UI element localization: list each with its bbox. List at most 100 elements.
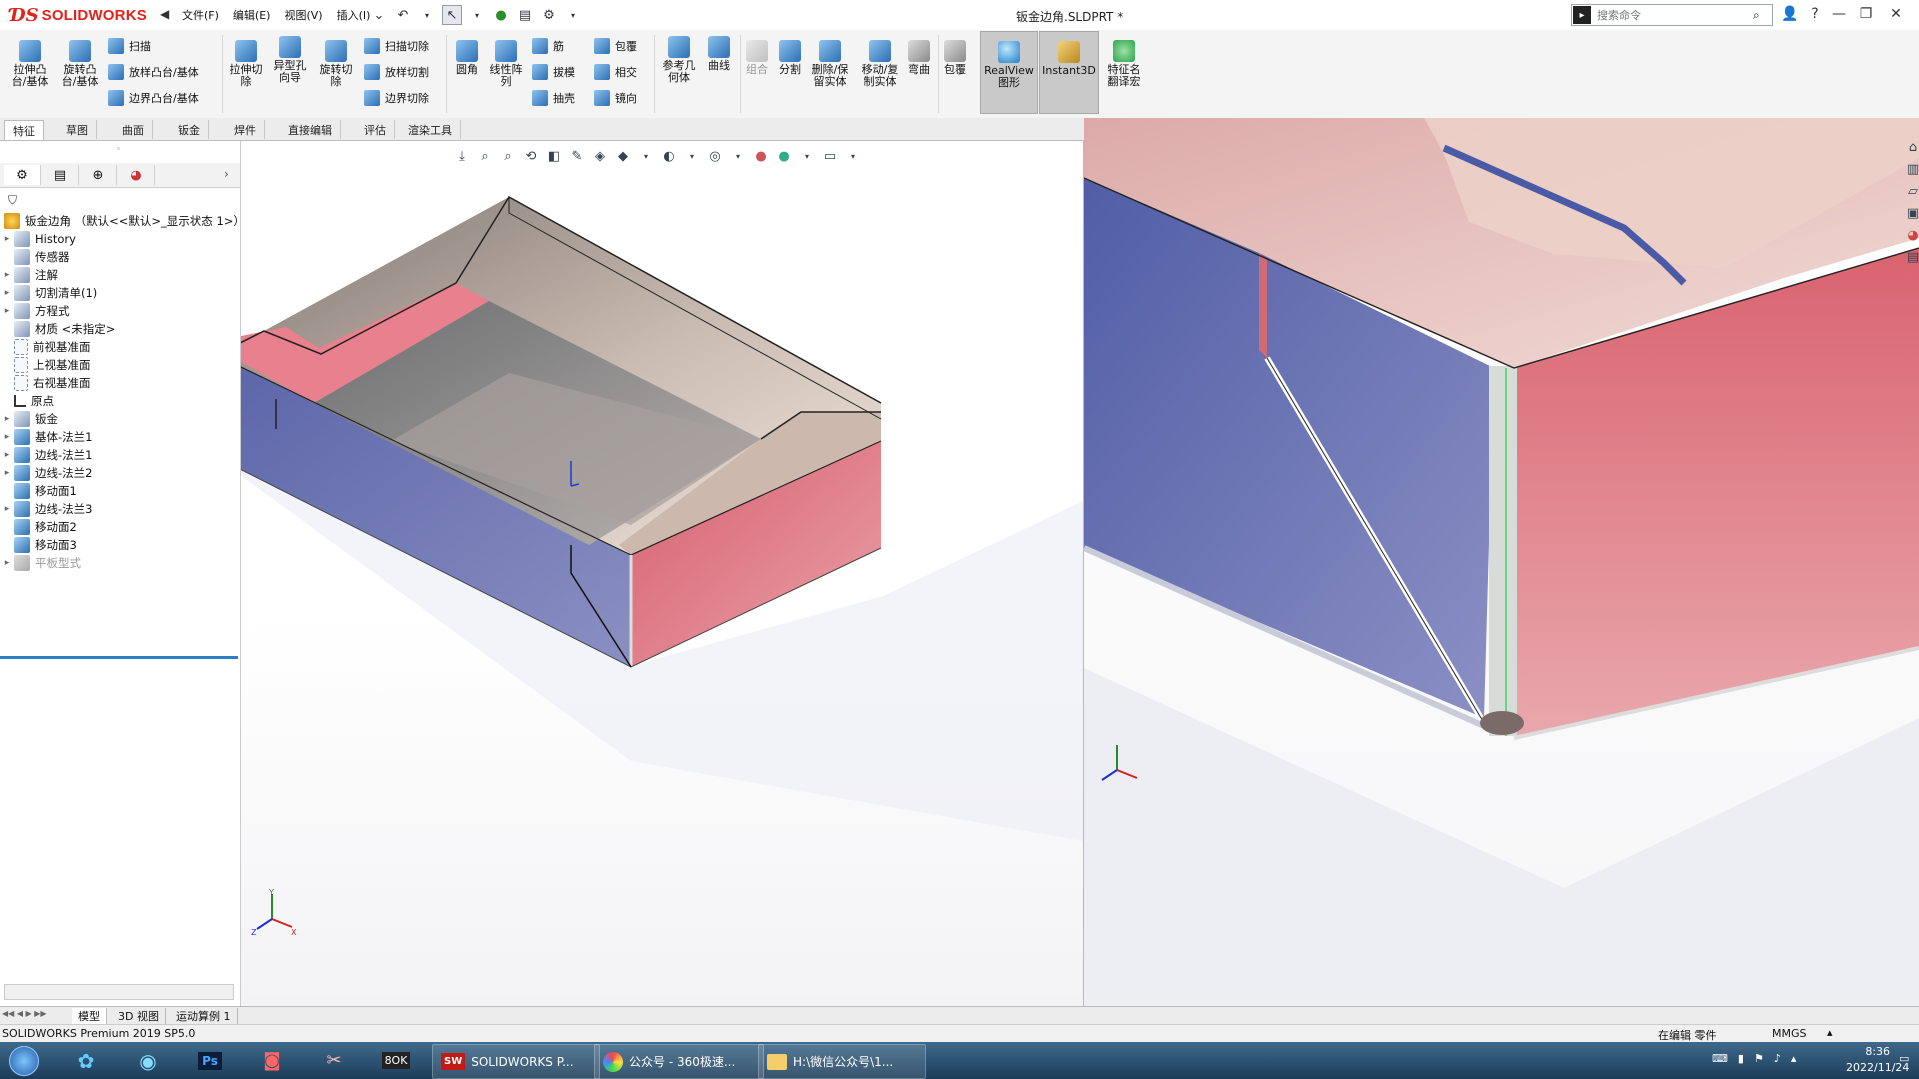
lofted-cut-button[interactable]: 放样切割: [364, 64, 429, 80]
draft-button[interactable]: 拔模: [532, 64, 575, 80]
rib-button[interactable]: 筋: [532, 38, 564, 54]
tree-item[interactable]: ▸ 方程式: [0, 301, 70, 321]
appearances-icon[interactable]: ◕: [1904, 226, 1919, 244]
tab-sheet-metal[interactable]: 钣金: [170, 120, 209, 139]
customize-icon[interactable]: ⌄: [370, 6, 388, 24]
collapse-menu-icon[interactable]: ◀: [160, 7, 169, 21]
tree-item[interactable]: 材质 <未指定>: [0, 319, 115, 339]
browser-icon[interactable]: ◉: [124, 1045, 172, 1076]
tree-item[interactable]: ▸ 边线-法兰3: [0, 499, 92, 519]
tab-scroll-arrows[interactable]: ◀◀ ◀ ▶ ▶▶: [2, 1009, 47, 1018]
expand-arrow-icon[interactable]: ▸: [0, 450, 14, 460]
expand-arrow-icon[interactable]: ▸: [0, 432, 14, 442]
scissors-icon[interactable]: ✂: [310, 1045, 358, 1076]
app-icon-flower[interactable]: ✿: [62, 1045, 110, 1076]
tree-item[interactable]: 上视基准面: [0, 355, 91, 375]
tree-item[interactable]: 传感器: [0, 247, 70, 267]
configuration-manager-tab-icon[interactable]: ⊕: [80, 165, 117, 185]
custom-properties-icon[interactable]: ▤: [1904, 248, 1919, 266]
close-button[interactable]: ✕: [1883, 4, 1909, 24]
boundary-boss-button[interactable]: 边界凸台/基体: [108, 90, 199, 106]
file-properties-icon[interactable]: ▤: [516, 6, 534, 24]
mirror-button[interactable]: 镜向: [594, 90, 637, 106]
minimize-button[interactable]: —: [1826, 4, 1852, 24]
extrude-boss-button[interactable]: 拉伸凸 台/基体: [8, 40, 52, 88]
photoshop-icon[interactable]: Ps: [186, 1045, 234, 1076]
tab-weldments[interactable]: 焊件: [226, 120, 265, 139]
shell-button[interactable]: 抽壳: [532, 90, 575, 106]
tab-evaluate[interactable]: 评估: [356, 120, 395, 139]
menu-file[interactable]: 文件(F): [182, 7, 219, 23]
task-browser[interactable]: 公众号 - 360极速...: [594, 1044, 764, 1079]
tree-item[interactable]: ▸ 平板型式: [0, 553, 81, 573]
expand-arrow-icon[interactable]: ▸: [0, 414, 14, 424]
flag-icon[interactable]: ⚑: [1754, 1052, 1764, 1065]
fillet-button[interactable]: 圆角: [450, 40, 484, 76]
capture-app-icon[interactable]: 8OK: [372, 1045, 420, 1076]
revolve-boss-button[interactable]: 旋转凸 台/基体: [58, 40, 102, 88]
filter-icon[interactable]: ⛉: [8, 193, 17, 208]
panel-grip-icon[interactable]: ◦: [116, 145, 121, 155]
dropdown-icon[interactable]: ▾: [564, 6, 582, 24]
swept-cut-button[interactable]: 扫描切除: [364, 38, 429, 54]
expand-arrow-icon[interactable]: ▸: [0, 270, 14, 280]
tree-item[interactable]: 前视基准面: [0, 337, 91, 357]
combine-button[interactable]: 组合: [742, 40, 772, 76]
split-button[interactable]: 分割: [774, 40, 806, 76]
task-explorer[interactable]: H:\微信公众号\1...: [758, 1044, 926, 1079]
revolve-cut-button[interactable]: 旋转切 除: [316, 40, 356, 88]
dropdown-icon[interactable]: ▾: [468, 6, 486, 24]
feature-translate-button[interactable]: 特征名 翻译宏: [1102, 40, 1146, 88]
action-center-icon[interactable]: ▭: [1899, 1052, 1909, 1065]
tab-model[interactable]: 模型: [72, 1008, 107, 1024]
expand-arrow-icon[interactable]: ▸: [0, 306, 14, 316]
tree-item[interactable]: ▸ 边线-法兰2: [0, 463, 92, 483]
display-manager-tab-icon[interactable]: ◕: [118, 165, 155, 185]
hole-wizard-button[interactable]: 异型孔 向导: [270, 36, 310, 84]
zoomed-corner-model[interactable]: [1084, 118, 1919, 1006]
sheet-metal-part-model[interactable]: [241, 141, 1083, 1006]
tab-render-tools[interactable]: 渲染工具: [400, 120, 461, 139]
units-selector[interactable]: MMGS: [1772, 1027, 1807, 1040]
file-explorer-icon[interactable]: ▱: [1904, 182, 1919, 200]
tree-item[interactable]: 移动面1: [0, 481, 77, 501]
realview-button[interactable]: RealView 图形: [980, 31, 1038, 114]
options-gear-icon[interactable]: ⚙: [540, 6, 558, 24]
search-icon[interactable]: ⌕: [1753, 8, 1760, 23]
units-up-icon[interactable]: ▴: [1827, 1026, 1833, 1039]
wrap-feature-button[interactable]: 包覆: [940, 40, 970, 76]
wrap-button[interactable]: 包覆: [594, 38, 637, 54]
expand-arrow-icon[interactable]: ▸: [0, 504, 14, 514]
tab-direct-editing[interactable]: 直接编辑: [280, 120, 341, 139]
tab-features[interactable]: 特征: [4, 120, 44, 140]
home-icon[interactable]: ⌂: [1904, 138, 1919, 156]
tree-item[interactable]: 移动面2: [0, 517, 77, 537]
tree-root-part[interactable]: 钣金边角 （默认<<默认>_显示状态 1>）: [0, 211, 245, 231]
undo-icon[interactable]: ↶: [394, 6, 412, 24]
loft-boss-button[interactable]: 放样凸台/基体: [108, 64, 199, 80]
property-manager-tab-icon[interactable]: ▤: [42, 165, 79, 185]
select-icon[interactable]: ↖: [442, 5, 462, 25]
menu-view[interactable]: 视图(V): [284, 7, 322, 23]
tab-surfaces[interactable]: 曲面: [114, 120, 153, 139]
expand-arrow-icon[interactable]: ▸: [0, 288, 14, 298]
volume-icon[interactable]: ♪: [1774, 1052, 1781, 1065]
tree-item[interactable]: 原点: [0, 391, 54, 411]
move-copy-body-button[interactable]: 移动/复 制实体: [858, 40, 902, 88]
rebuild-icon[interactable]: ●: [492, 6, 510, 24]
tree-item[interactable]: ▸ 注解: [0, 265, 58, 285]
tree-item[interactable]: ▸ 基体-法兰1: [0, 427, 92, 447]
dropdown-icon[interactable]: ▾: [418, 6, 436, 24]
feature-manager-tab-icon[interactable]: ⚙: [4, 165, 41, 185]
help-icon[interactable]: ?: [1802, 4, 1828, 24]
tree-item[interactable]: ▸ 钣金: [0, 409, 58, 429]
expand-arrow-icon[interactable]: ▸: [0, 558, 14, 568]
linear-pattern-button[interactable]: 线性阵 列: [486, 40, 526, 88]
rollback-bar[interactable]: [0, 656, 238, 659]
reference-geometry-button[interactable]: 参考几 何体: [658, 36, 700, 84]
tab-sketch[interactable]: 草图: [58, 120, 97, 139]
tab-motion-study[interactable]: 运动算例 1: [170, 1008, 238, 1024]
menu-insert[interactable]: 插入(I): [337, 7, 371, 23]
graphics-area-left[interactable]: ⤓ ⌕ ⌕ ⟲ ◧ ✎ ◈ ◆ ▾ ◐ ▾ ◎ ▾ ● ● ▾ ▭ ▾ Y X …: [241, 141, 1085, 1006]
show-hidden-icons-icon[interactable]: ▴: [1791, 1052, 1797, 1065]
